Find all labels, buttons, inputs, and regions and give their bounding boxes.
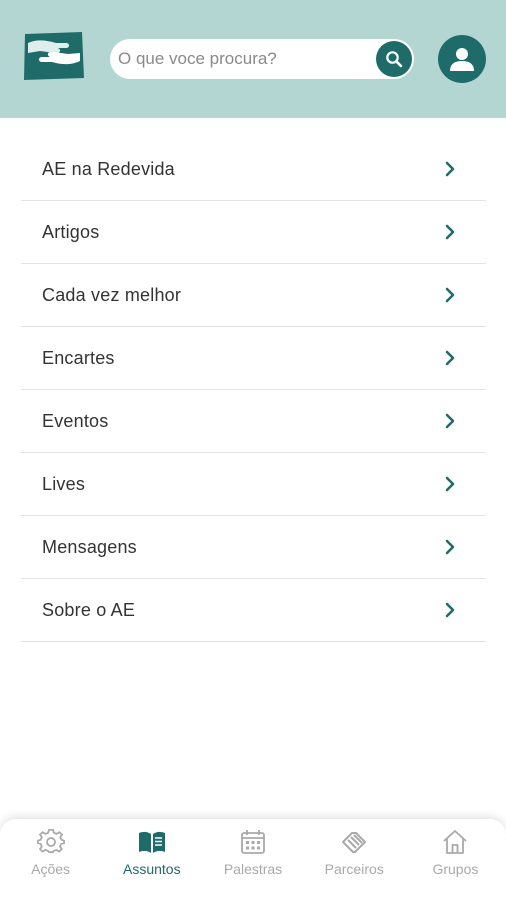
app-screen: AE na Redevida Artigos Cada vez melhor E…: [0, 0, 506, 900]
list-item-label: Encartes: [42, 347, 115, 368]
list-item-ae-na-redevida[interactable]: AE na Redevida: [21, 138, 486, 201]
gear-icon: [36, 827, 66, 857]
nav-label: Grupos: [432, 861, 479, 877]
user-icon: [450, 48, 474, 71]
chevron-right-icon: [445, 539, 455, 555]
chevron-right-icon: [445, 287, 455, 303]
search-icon: [386, 51, 403, 68]
list-item-eventos[interactable]: Eventos: [21, 390, 486, 453]
nav-item-grupos[interactable]: Grupos: [405, 819, 506, 900]
nav-item-assuntos[interactable]: Assuntos: [101, 819, 202, 900]
app-header: [0, 0, 506, 118]
list-item-label: Lives: [42, 473, 86, 494]
list-item-label: Sobre o AE: [42, 599, 136, 620]
nav-label: Parceiros: [324, 861, 384, 877]
list-item-label: Mensagens: [42, 536, 137, 557]
chevron-right-icon: [445, 350, 455, 366]
list-item-encartes[interactable]: Encartes: [21, 327, 486, 390]
chevron-right-icon: [445, 602, 455, 618]
list-item-cada-vez-melhor[interactable]: Cada vez melhor: [21, 264, 486, 327]
handshake-icon: [339, 827, 369, 857]
list-item-artigos[interactable]: Artigos: [21, 201, 486, 264]
book-icon: [137, 827, 167, 857]
list-item-label: Artigos: [42, 221, 100, 242]
hands-logo-icon: [24, 32, 84, 80]
list-item-lives[interactable]: Lives: [21, 453, 486, 516]
nav-label: Ações: [31, 861, 71, 877]
chevron-right-icon: [445, 161, 455, 177]
list-item-label: Eventos: [42, 410, 109, 431]
nav-item-acoes[interactable]: Ações: [0, 819, 101, 900]
chevron-right-icon: [445, 476, 455, 492]
nav-label: Palestras: [223, 861, 283, 877]
list-item-sobre-o-ae[interactable]: Sobre o AE: [21, 579, 486, 642]
profile-button[interactable]: [438, 35, 486, 83]
topics-list: AE na Redevida Artigos Cada vez melhor E…: [21, 138, 486, 642]
search-input[interactable]: [118, 39, 372, 79]
nav-item-palestras[interactable]: Palestras: [202, 819, 303, 900]
nav-label: Assuntos: [123, 861, 181, 877]
list-item-label: Cada vez melhor: [42, 284, 182, 305]
chevron-right-icon: [445, 224, 455, 240]
nav-item-parceiros[interactable]: Parceiros: [304, 819, 405, 900]
calendar-icon: [238, 827, 268, 857]
list-item-mensagens[interactable]: Mensagens: [21, 516, 486, 579]
search-bar: [110, 39, 414, 79]
list-item-label: AE na Redevida: [42, 158, 175, 179]
bottom-navigation: Ações Assuntos Palestras Parceiros Grupo…: [0, 819, 506, 900]
search-button[interactable]: [376, 41, 412, 77]
chevron-right-icon: [445, 413, 455, 429]
app-logo[interactable]: [22, 31, 86, 81]
home-icon: [440, 827, 470, 857]
